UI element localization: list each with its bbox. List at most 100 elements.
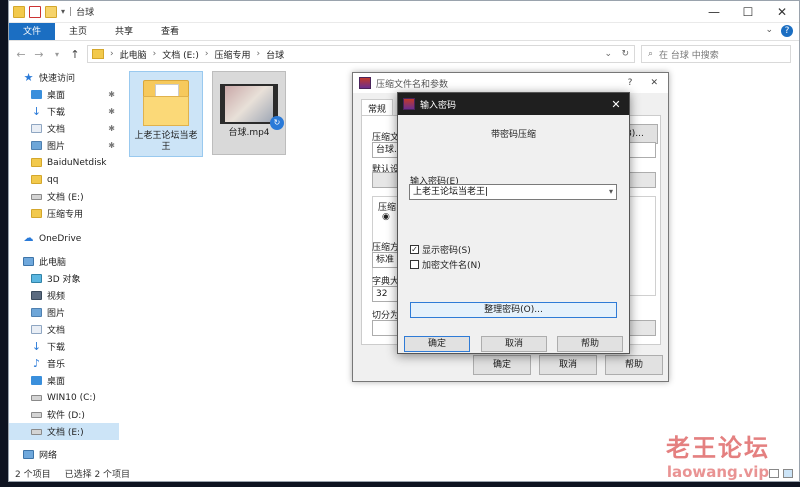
encrypt-filenames-label: 加密文件名(N) (422, 261, 481, 271)
selection-count: 已选择 2 个项目 (64, 469, 131, 480)
chevron-down-icon[interactable]: ▾ (609, 185, 613, 199)
video-icon (31, 291, 42, 300)
details-view-icon[interactable] (769, 468, 779, 478)
item-count: 2 个项目 (15, 469, 51, 480)
format-radio[interactable]: ◉ (382, 212, 390, 222)
tab-view[interactable]: 查看 (147, 23, 193, 40)
pin-icon: ✱ (108, 107, 115, 116)
breadcrumb-compress[interactable]: 压缩专用 (214, 48, 250, 61)
sidebar-item-label: 网络 (39, 451, 58, 461)
desktop-icon (31, 90, 42, 99)
breadcrumb-drive-e[interactable]: 文档 (E:) (162, 48, 199, 61)
large-icons-view-icon[interactable] (783, 468, 793, 478)
sidebar-item-label: OneDrive (39, 233, 82, 244)
back-arrow-icon[interactable]: ← (15, 48, 27, 61)
sidebar-item[interactable]: ★ 快速访问 (9, 69, 119, 86)
tab-file[interactable]: 文件 (9, 23, 56, 40)
enter-password-dialog: 输入密码 ✕ 带密码压缩 输入密码(E) 上老王论坛当老王| ▾ ✓ 显示密码(… (397, 92, 630, 354)
recent-locations-icon[interactable]: ▾ (51, 50, 63, 59)
sidebar-item[interactable]: 此电脑 (9, 253, 119, 270)
document-icon (31, 325, 42, 334)
cancel-button[interactable]: 取消 (481, 336, 547, 352)
maximize-button[interactable]: ☐ (731, 5, 765, 19)
folder-icon (13, 5, 25, 18)
sidebar-item[interactable]: 压缩专用 (9, 205, 119, 222)
help-button[interactable]: 帮助 (557, 336, 623, 352)
picture-icon (31, 141, 42, 150)
sidebar-item[interactable]: ↓ 下载 ✱ (9, 103, 119, 120)
sidebar-item[interactable]: ☁ OneDrive (9, 230, 119, 247)
search-input[interactable]: ⌕ 在 台球 中搜索 (641, 45, 791, 63)
ok-button[interactable]: 确定 (404, 336, 470, 352)
sidebar-item[interactable]: ↓ 下载 (9, 338, 119, 355)
sidebar-item-label: 图片 (47, 309, 66, 319)
tab-share[interactable]: 共享 (101, 23, 147, 40)
sidebar-item[interactable]: 软件 (D:) (9, 406, 119, 423)
search-placeholder: 在 台球 中搜索 (659, 50, 719, 61)
quick-access-dropdown-icon[interactable]: ▾ (61, 7, 65, 16)
sidebar-item[interactable]: qq (9, 171, 119, 188)
winrar-icon (359, 77, 371, 89)
sidebar-item[interactable]: 视频 (9, 287, 119, 304)
address-folder-icon (92, 49, 104, 59)
pin-icon: ✱ (108, 90, 115, 99)
sidebar-item[interactable]: 图片 (9, 304, 119, 321)
cloud-icon: ☁ (23, 233, 34, 244)
sidebar-item-label: 视频 (47, 292, 66, 302)
sidebar-item[interactable]: 文档 (E:) (9, 188, 119, 205)
title-separator: | (69, 6, 73, 17)
sidebar-item-label: 软件 (D:) (47, 411, 85, 421)
breadcrumb-current[interactable]: 台球 (266, 48, 284, 61)
folder-item[interactable]: 上老王论坛当老王 (129, 71, 203, 157)
breadcrumb-this-pc[interactable]: 此电脑 (120, 48, 147, 61)
minimize-button[interactable]: — (697, 5, 731, 19)
window-title: 台球 (76, 8, 95, 18)
pin-icon: ✱ (108, 141, 115, 150)
tab-home[interactable]: 主页 (55, 23, 101, 40)
checkbox-unchecked-icon (410, 260, 419, 269)
sidebar-item[interactable]: 桌面 ✱ (9, 86, 119, 103)
sidebar-item-label: 3D 对象 (47, 275, 81, 285)
password-input[interactable]: 上老王论坛当老王| ▾ (409, 184, 617, 200)
expand-ribbon-icon[interactable]: ⌄ (765, 25, 773, 37)
drive-icon (31, 428, 42, 435)
video-file-item[interactable]: ↻ 台球.mp4 (212, 71, 286, 155)
sidebar-item[interactable]: 桌面 (9, 372, 119, 389)
drive-icon (31, 394, 42, 401)
checkbox-checked-icon: ✓ (410, 245, 419, 254)
show-password-checkbox[interactable]: ✓ 显示密码(S) (410, 243, 471, 256)
close-icon[interactable]: ✕ (650, 78, 658, 88)
sidebar-item[interactable]: 文档 ✱ (9, 120, 119, 137)
help-icon[interactable]: ? (628, 78, 633, 88)
sidebar-item[interactable]: 文档 (E:) (9, 423, 119, 440)
archive-help-button[interactable]: 帮助 (605, 355, 663, 375)
sidebar-item[interactable]: WIN10 (C:) (9, 389, 119, 406)
sidebar-item-label: WIN10 (C:) (47, 392, 96, 403)
window-controls: — ☐ ✕ (697, 5, 799, 19)
sync-badge-icon: ↻ (270, 116, 284, 130)
watermark-chinese: 老王论坛 (666, 434, 770, 462)
properties-icon[interactable] (29, 5, 41, 18)
address-bar[interactable]: › 此电脑 › 文档 (E:) › 压缩专用 › 台球 ⌄ ↻ (87, 45, 635, 63)
address-dropdown-icon[interactable]: ⌄ (604, 49, 612, 59)
desktop-icon (31, 376, 42, 385)
close-button[interactable]: ✕ (765, 5, 799, 19)
close-icon[interactable]: ✕ (603, 98, 629, 111)
sidebar-item[interactable]: 文档 (9, 321, 119, 338)
sidebar-item[interactable]: BaiduNetdisk (9, 154, 119, 171)
archive-ok-button[interactable]: 确定 (473, 355, 531, 375)
sidebar-item[interactable]: 3D 对象 (9, 270, 119, 287)
sidebar-item[interactable]: 图片 ✱ (9, 137, 119, 154)
sidebar-item[interactable]: 网络 (9, 446, 119, 463)
new-folder-icon[interactable] (45, 5, 57, 18)
encrypt-filenames-checkbox[interactable]: 加密文件名(N) (410, 258, 481, 271)
sidebar-item[interactable]: ♪ 音乐 (9, 355, 119, 372)
network-icon (23, 450, 34, 459)
forward-arrow-icon[interactable]: → (33, 48, 45, 61)
sidebar-item-label: qq (47, 174, 59, 185)
refresh-icon[interactable]: ↻ (621, 49, 629, 59)
up-arrow-icon[interactable]: ↑ (69, 48, 81, 61)
archive-cancel-button[interactable]: 取消 (539, 355, 597, 375)
organize-passwords-button[interactable]: 整理密码(O)... (410, 302, 617, 318)
help-icon[interactable]: ? (781, 25, 793, 37)
